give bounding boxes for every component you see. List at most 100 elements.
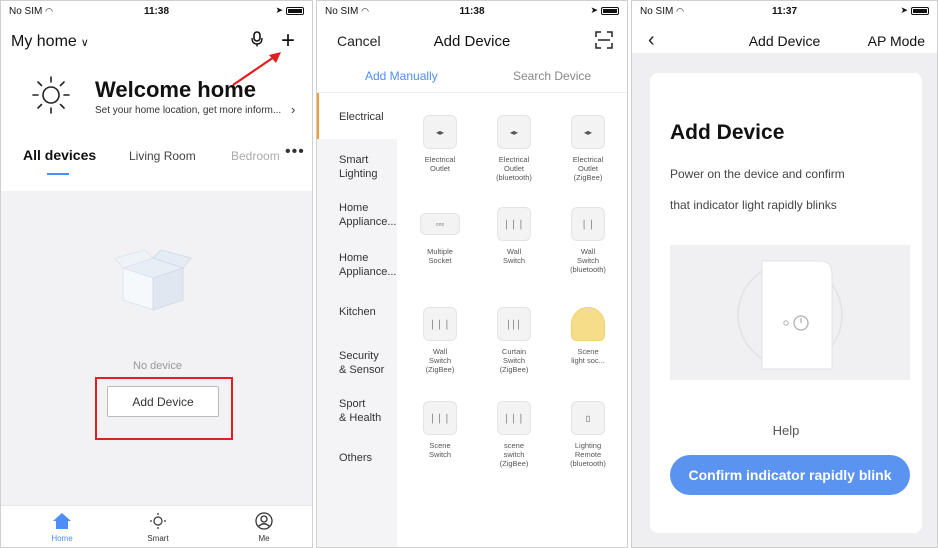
battery-icon — [286, 6, 304, 15]
tab-living-room[interactable]: Living Room — [129, 149, 196, 163]
category-label: Sport — [339, 398, 366, 410]
device-label: Scene — [577, 347, 599, 356]
clock: 11:37 — [771, 6, 798, 17]
device-label: Wall — [506, 247, 522, 256]
category-label: Kitchen — [339, 306, 376, 318]
device-scene-light-socket[interactable]: Scene light soc... — [553, 307, 623, 365]
microphone-icon[interactable] — [251, 31, 263, 47]
device-label: Switch — [502, 356, 526, 365]
instruction-card: Add Device Power on the device and confi… — [650, 73, 922, 533]
nav-bar: ‹ Add Device AP Mode — [632, 21, 937, 61]
category-electrical[interactable]: Electrical — [317, 93, 397, 139]
device-label: Outlet — [429, 164, 450, 173]
plug-device-icon — [737, 260, 843, 370]
device-label: (ZigBee) — [499, 365, 529, 374]
room-tabs: All devices Living Room Bedroom ••• — [1, 143, 312, 177]
device-electrical-outlet[interactable]: ◂▸ Electrical Outlet — [405, 115, 475, 173]
scan-icon[interactable] — [595, 31, 613, 49]
profile-icon — [255, 512, 273, 530]
help-link[interactable]: Help — [650, 423, 922, 438]
device-label: Switch — [428, 356, 452, 365]
status-bar: No SIM ◠ 11:38 ➤ — [317, 1, 627, 21]
tab-indicator — [47, 173, 69, 175]
category-others[interactable]: Others — [317, 451, 397, 465]
chevron-right-icon[interactable]: › — [291, 102, 295, 117]
device-scene-switch[interactable]: │ │ │ Scene Switch — [405, 401, 475, 459]
device-label: Electrical — [498, 155, 530, 164]
card-description-line: that indicator light rapidly blinks — [670, 198, 837, 212]
tab-bedroom[interactable]: Bedroom — [231, 149, 280, 163]
wall-switch-icon: │ │ — [571, 207, 605, 241]
scene-switch-icon: │ │ │ — [423, 401, 457, 435]
card-description: Power on the device and confirm that ind… — [670, 159, 910, 221]
location-arrow-icon: ➤ — [275, 5, 283, 15]
more-icon[interactable]: ••• — [285, 143, 305, 161]
nav-smart[interactable]: Smart — [133, 512, 183, 543]
device-label: Switch — [576, 256, 600, 265]
home-icon — [53, 513, 71, 529]
device-label: Switch — [502, 256, 526, 265]
device-lighting-remote-bluetooth[interactable]: ▯ Lighting Remote (bluetooth) — [553, 401, 623, 468]
device-electrical-outlet-zigbee[interactable]: ◂▸ Electrical Outlet (ZigBee) — [553, 115, 623, 182]
smart-sun-icon — [150, 513, 166, 529]
device-label: (ZigBee) — [425, 365, 455, 374]
category-kitchen[interactable]: Kitchen — [317, 305, 397, 319]
category-security-sensor[interactable]: Security & Sensor — [317, 349, 397, 377]
category-label: Electrical — [339, 111, 384, 123]
card-title: Add Device — [670, 121, 785, 144]
location-prompt[interactable]: Set your home location, get more inform.… — [95, 105, 281, 116]
device-scene-switch-zigbee[interactable]: │ │ │ scene switch (ZigBee) — [479, 401, 549, 468]
nav-me[interactable]: Me — [239, 512, 289, 543]
category-label: Home — [339, 252, 369, 264]
category-sport-health[interactable]: Sport & Health — [317, 397, 397, 425]
device-label: Lighting — [574, 441, 602, 450]
category-label: Home — [339, 202, 369, 214]
device-label: Wall — [580, 247, 596, 256]
device-electrical-outlet-bluetooth[interactable]: ◂▸ Electrical Outlet (bluetooth) — [479, 115, 549, 182]
nav-home[interactable]: Home — [37, 512, 87, 543]
wall-switch-icon: │ │ │ — [497, 207, 531, 241]
category-home-appliance-2[interactable]: Home Appliance... — [317, 251, 397, 279]
category-smart-lighting[interactable]: Smart Lighting — [317, 153, 397, 181]
category-home-appliance-1[interactable]: Home Appliance... — [317, 201, 397, 229]
category-label: Smart — [339, 154, 369, 166]
category-label: & Health — [339, 412, 382, 424]
tab-search-device[interactable]: Search Device — [513, 69, 591, 83]
category-label: & Sensor — [339, 364, 385, 376]
device-curtain-switch-zigbee[interactable]: │││ Curtain Switch (ZigBee) — [479, 307, 549, 374]
device-wall-switch-zigbee[interactable]: │ │ │ Wall Switch (ZigBee) — [405, 307, 475, 374]
home-selector[interactable]: My home ∨ — [11, 33, 89, 51]
device-label: Wall — [432, 347, 448, 356]
home-selector-label: My home — [11, 33, 77, 50]
clock: 11:38 — [143, 6, 170, 17]
device-label: Electrical — [424, 155, 456, 164]
device-label: Remote — [574, 450, 602, 459]
tab-add-manually[interactable]: Add Manually — [365, 69, 438, 83]
tab-all-devices[interactable]: All devices — [23, 147, 96, 163]
wall-switch-icon: │ │ │ — [423, 307, 457, 341]
device-label: switch — [503, 450, 525, 459]
device-label: Scene — [429, 441, 451, 450]
category-label: Lighting — [339, 168, 378, 180]
nav-me-label: Me — [258, 534, 270, 543]
add-mode-tabs: Add Manually Search Device — [317, 63, 627, 93]
scene-switch-icon: │ │ │ — [497, 401, 531, 435]
battery-icon — [911, 6, 929, 15]
add-device-button[interactable]: Add Device — [107, 386, 219, 417]
remote-icon: ▯ — [571, 401, 605, 435]
status-bar: No SIM ◠ 11:37 ➤ — [632, 1, 937, 21]
device-wall-switch-bluetooth[interactable]: │ │ Wall Switch (bluetooth) — [553, 207, 623, 274]
device-label: Socket — [428, 256, 452, 265]
category-label: Security — [339, 350, 379, 362]
device-illustration — [670, 245, 910, 380]
device-label: scene — [503, 441, 524, 450]
device-multiple-socket[interactable]: ▫▫▫ Multiple Socket — [405, 207, 475, 265]
outlet-icon: ◂▸ — [423, 115, 457, 149]
sun-icon — [32, 76, 70, 114]
device-wall-switch[interactable]: │ │ │ Wall Switch — [479, 207, 549, 265]
power-strip-icon: ▫▫▫ — [420, 213, 460, 235]
ap-mode-button[interactable]: AP Mode — [868, 33, 925, 49]
confirm-blink-button[interactable]: Confirm indicator rapidly blink — [670, 455, 910, 495]
home-screen: No SIM ◠ 11:38 ➤ My home ∨ + Welcome hom… — [0, 0, 313, 548]
category-label: Appliance... — [339, 266, 397, 278]
